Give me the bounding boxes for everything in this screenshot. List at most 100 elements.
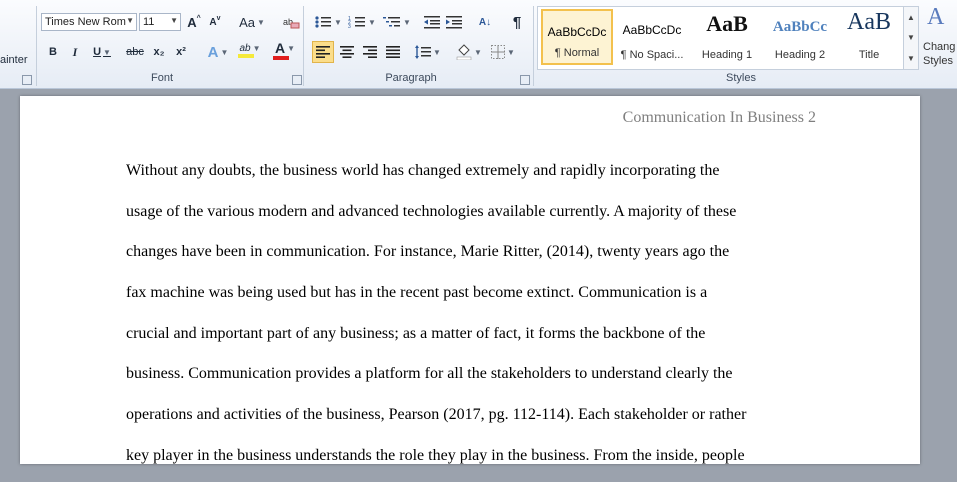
group-separator xyxy=(303,6,304,86)
strikethrough-icon: abc xyxy=(126,46,144,58)
line-spacing-icon xyxy=(415,45,432,59)
font-color-bar xyxy=(273,56,289,60)
scroll-up-icon[interactable]: ▲ xyxy=(907,13,915,22)
sort-button[interactable]: A↓ xyxy=(474,12,496,32)
text-line: business. Communication provides a platf… xyxy=(126,365,733,383)
caret-up-icon: ^ xyxy=(196,14,201,22)
style-tile-no-spacing[interactable]: AaBbCcDc ¶ No Spaci... xyxy=(616,9,688,65)
chevron-down-icon[interactable]: ▼ xyxy=(170,16,178,25)
change-case-button[interactable]: Aa ▼ xyxy=(238,12,266,32)
text-line: key player in the business understands t… xyxy=(126,446,745,464)
style-tile-heading-2[interactable]: AaBbCc Heading 2 xyxy=(764,9,836,65)
chevron-down-icon: ▼ xyxy=(507,47,515,57)
font-size-value: 11 xyxy=(143,16,155,28)
italic-button[interactable]: I xyxy=(67,42,83,62)
more-icon[interactable]: ▼ xyxy=(907,54,915,63)
style-tile-heading-1[interactable]: AaB Heading 1 xyxy=(691,9,763,65)
show-formatting-marks-button[interactable]: ¶ xyxy=(508,12,526,32)
align-left-icon xyxy=(316,46,330,58)
subscript-button[interactable]: x₂ xyxy=(151,42,167,62)
text-effects-button[interactable]: A ▼ xyxy=(204,42,232,62)
increase-indent-icon xyxy=(446,16,462,29)
change-styles-label-1: Chang xyxy=(923,41,956,53)
chevron-down-icon: ▼ xyxy=(433,47,441,57)
align-center-button[interactable] xyxy=(337,42,357,62)
chevron-down-icon[interactable]: ▼ xyxy=(126,16,134,25)
change-styles-label-2: Styles xyxy=(923,55,953,67)
decrease-indent-button[interactable] xyxy=(423,12,441,32)
shrink-font-icon: A xyxy=(209,16,217,28)
paragraph-group-label: Paragraph xyxy=(385,72,437,84)
ribbon: ainter Times New Rom ▼ 11 ▼ A ^ Av Aa ▼ ab… xyxy=(0,0,957,89)
style-tile-normal[interactable]: AaBbCcDc ¶ Normal xyxy=(541,9,613,65)
style-name: ¶ No Spaci... xyxy=(620,49,684,61)
decrease-indent-icon xyxy=(424,16,440,29)
style-name: ¶ Normal xyxy=(554,47,600,59)
multilevel-list-icon xyxy=(383,17,401,27)
styles-gallery-scroll[interactable]: ▲ ▼ ▼ xyxy=(903,6,919,70)
font-dialog-launcher[interactable] xyxy=(292,75,302,85)
format-painter-button[interactable]: ainter xyxy=(0,50,32,70)
shading-button[interactable]: ▼ xyxy=(455,42,483,62)
underline-button[interactable]: U ▼ xyxy=(90,42,114,62)
numbering-icon: 123 xyxy=(348,16,366,29)
style-sample: AaBbCcDc xyxy=(622,23,682,37)
bold-icon: B xyxy=(49,46,57,58)
group-separator xyxy=(533,6,534,86)
borders-button[interactable]: ▼ xyxy=(489,42,517,62)
chevron-down-icon: ▼ xyxy=(368,17,376,27)
increase-indent-button[interactable] xyxy=(445,12,463,32)
text-line: Without any doubts, the business world h… xyxy=(126,162,720,179)
bold-button[interactable]: B xyxy=(45,42,61,62)
bullets-button[interactable]: ▼ xyxy=(313,12,343,32)
strikethrough-button[interactable]: abc xyxy=(124,42,146,62)
line-spacing-button[interactable]: ▼ xyxy=(414,42,442,62)
font-color-button[interactable]: A ▼ xyxy=(270,40,300,60)
font-name-combo[interactable]: Times New Rom ▼ xyxy=(41,13,137,31)
align-right-button[interactable] xyxy=(360,42,380,62)
superscript-icon: x² xyxy=(176,46,186,58)
chevron-down-icon: ▼ xyxy=(103,47,111,57)
sort-icon: A↓ xyxy=(478,16,492,28)
align-right-icon xyxy=(363,46,377,58)
styles-gallery: AaBbCcDc ¶ Normal AaBbCcDc ¶ No Spaci...… xyxy=(537,6,905,70)
italic-icon: I xyxy=(72,44,78,59)
shrink-font-button[interactable]: Av xyxy=(207,12,223,32)
page-header: Communication In Business 2 xyxy=(622,109,816,126)
superscript-button[interactable]: x² xyxy=(173,42,189,62)
clear-formatting-button[interactable]: ab xyxy=(281,12,301,32)
document-page[interactable]: Communication In Business 2 Without any … xyxy=(20,96,920,464)
style-sample: AaBbCcDc xyxy=(547,25,607,39)
grow-font-icon: A xyxy=(187,14,197,30)
multilevel-list-button[interactable]: ▼ xyxy=(382,12,412,32)
text-line: fax machine was being used but has in th… xyxy=(126,284,708,302)
pilcrow-icon: ¶ xyxy=(512,13,522,31)
highlight-color-bar xyxy=(238,53,254,58)
chevron-down-icon: ▼ xyxy=(256,17,265,27)
style-name: Heading 2 xyxy=(774,49,826,61)
borders-icon xyxy=(491,45,506,59)
justify-button[interactable] xyxy=(383,42,403,62)
style-tile-title[interactable]: AaB Title xyxy=(833,9,905,65)
change-styles-button[interactable]: A Chang Styles xyxy=(921,4,957,70)
style-sample: AaB xyxy=(847,9,891,35)
clear-formatting-icon: ab xyxy=(283,17,300,29)
paragraph-dialog-launcher[interactable] xyxy=(520,75,530,85)
scroll-down-icon[interactable]: ▼ xyxy=(907,33,915,42)
align-center-icon xyxy=(340,46,354,58)
grow-font-button[interactable]: A ^ xyxy=(186,12,202,32)
highlight-icon: ab xyxy=(239,42,251,54)
font-size-combo[interactable]: 11 ▼ xyxy=(139,13,181,31)
style-name: Title xyxy=(858,49,880,61)
body-paragraph[interactable]: Without any doubts, the business world h… xyxy=(126,156,826,482)
style-sample: AaB xyxy=(706,11,748,36)
highlight-button[interactable]: ab ▼ xyxy=(235,40,265,60)
align-left-button[interactable] xyxy=(312,41,334,63)
clipboard-dialog-launcher[interactable] xyxy=(22,75,32,85)
change-case-icon: Aa xyxy=(239,14,255,30)
numbering-button[interactable]: 1 2 3 ▼ xyxy=(347,12,377,32)
chevron-down-icon: ▼ xyxy=(287,43,296,53)
text-line: operations and activities of the busines… xyxy=(126,406,747,424)
font-color-icon: A xyxy=(274,40,286,56)
subscript-icon: x₂ xyxy=(153,46,165,58)
